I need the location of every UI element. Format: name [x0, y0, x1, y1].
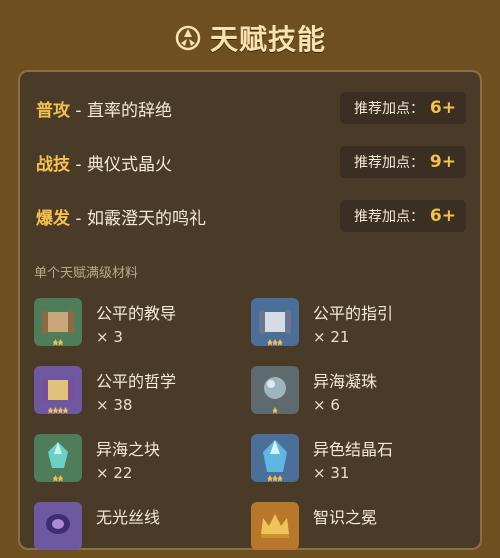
material-item: 异海凝珠 × 6 — [251, 366, 441, 422]
skill-name: 普攻 - 直率的辞绝 — [36, 100, 172, 121]
pearl-icon — [251, 366, 299, 414]
material-count: × 3 — [96, 328, 123, 346]
material-name: 异海之块 — [96, 440, 161, 459]
material-name: 公平的哲学 — [96, 372, 177, 391]
material-count: × 38 — [96, 396, 133, 414]
material-name: 智识之冕 — [313, 508, 378, 527]
skill-name: 战技 - 典仪式晶火 — [36, 154, 172, 175]
skill-name: 爆发 - 如霰澄天的鸣礼 — [36, 208, 206, 229]
recommended-level-badge: 推荐加点： 9+ — [340, 146, 466, 178]
material-name: 公平的指引 — [313, 304, 394, 323]
material-name: 异海凝珠 — [313, 372, 378, 391]
talent-panel: 普攻 - 直率的辞绝 推荐加点： 6+ 战技 - 典仪式晶火 推荐加点： 9+ … — [18, 70, 482, 550]
talent-symbol-icon — [175, 25, 201, 51]
material-item: 无光丝线 — [34, 502, 224, 558]
skill-row-elemental-burst: 爆发 - 如霰澄天的鸣礼 推荐加点： 6+ — [36, 200, 466, 232]
material-name: 公平的教导 — [96, 304, 177, 323]
material-count: × 31 — [313, 464, 350, 482]
scroll-purple-icon — [34, 366, 82, 414]
skill-row-normal-attack: 普攻 - 直率的辞绝 推荐加点： 6+ — [36, 92, 466, 124]
skill-row-elemental-skill: 战技 - 典仪式晶火 推荐加点： 9+ — [36, 146, 466, 178]
scroll-blue-icon — [251, 298, 299, 346]
crystal-chunk-icon — [34, 434, 82, 482]
material-name: 异色结晶石 — [313, 440, 394, 459]
material-count: × 6 — [313, 396, 340, 414]
material-count: × 22 — [96, 464, 133, 482]
recommended-level-badge: 推荐加点： 6+ — [340, 200, 466, 232]
title-text: 天赋技能 — [209, 23, 326, 56]
crystal-gem-icon — [251, 434, 299, 482]
material-item: 公平的教导 × 3 — [34, 298, 224, 354]
material-item: 公平的指引 × 21 — [251, 298, 441, 354]
material-item: 智识之冕 — [251, 502, 441, 558]
material-item: 异海之块 × 22 — [34, 434, 224, 490]
recommended-level-badge: 推荐加点： 6+ — [340, 92, 466, 124]
silk-thread-icon — [34, 502, 82, 550]
scroll-green-icon — [34, 298, 82, 346]
material-item: 异色结晶石 × 31 — [251, 434, 441, 490]
materials-section-title: 单个天赋满级材料 — [34, 266, 139, 281]
material-item: 公平的哲学 × 38 — [34, 366, 224, 422]
crown-icon — [251, 502, 299, 550]
material-name: 无光丝线 — [96, 508, 161, 527]
page-title: 天赋技能 — [0, 18, 500, 58]
material-count: × 21 — [313, 328, 350, 346]
